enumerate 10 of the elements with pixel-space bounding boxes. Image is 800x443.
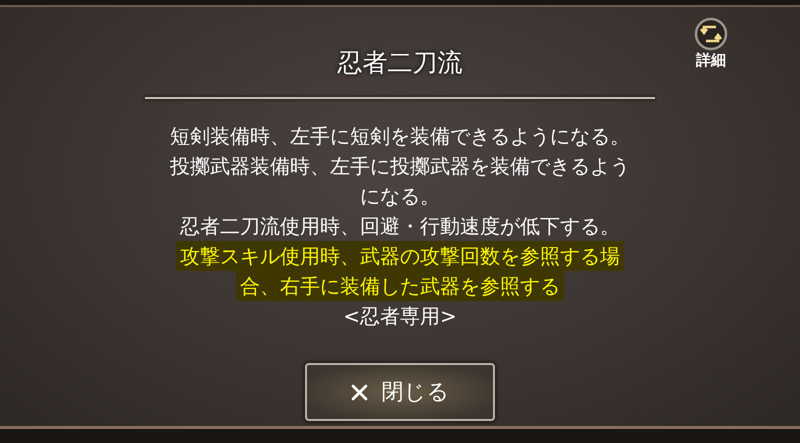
cycle-arrows-icon xyxy=(694,17,728,51)
dialog-title: 忍者二刀流 xyxy=(338,47,462,79)
description-line: 投擲武器装備時、左手に投擲武器を装備できるよう xyxy=(169,153,631,180)
close-button[interactable]: 閉じる xyxy=(305,363,495,421)
detail-button[interactable]: 詳細 xyxy=(694,17,728,69)
description-line: 忍者二刀流使用時、回避・行動速度が低下する。 xyxy=(179,213,621,240)
description-line: になる。 xyxy=(359,183,441,210)
description-line: <忍者専用> xyxy=(342,303,458,330)
description-line: 短剣装備時、左手に短剣を装備できるようになる。 xyxy=(169,123,631,150)
close-icon xyxy=(350,384,368,400)
